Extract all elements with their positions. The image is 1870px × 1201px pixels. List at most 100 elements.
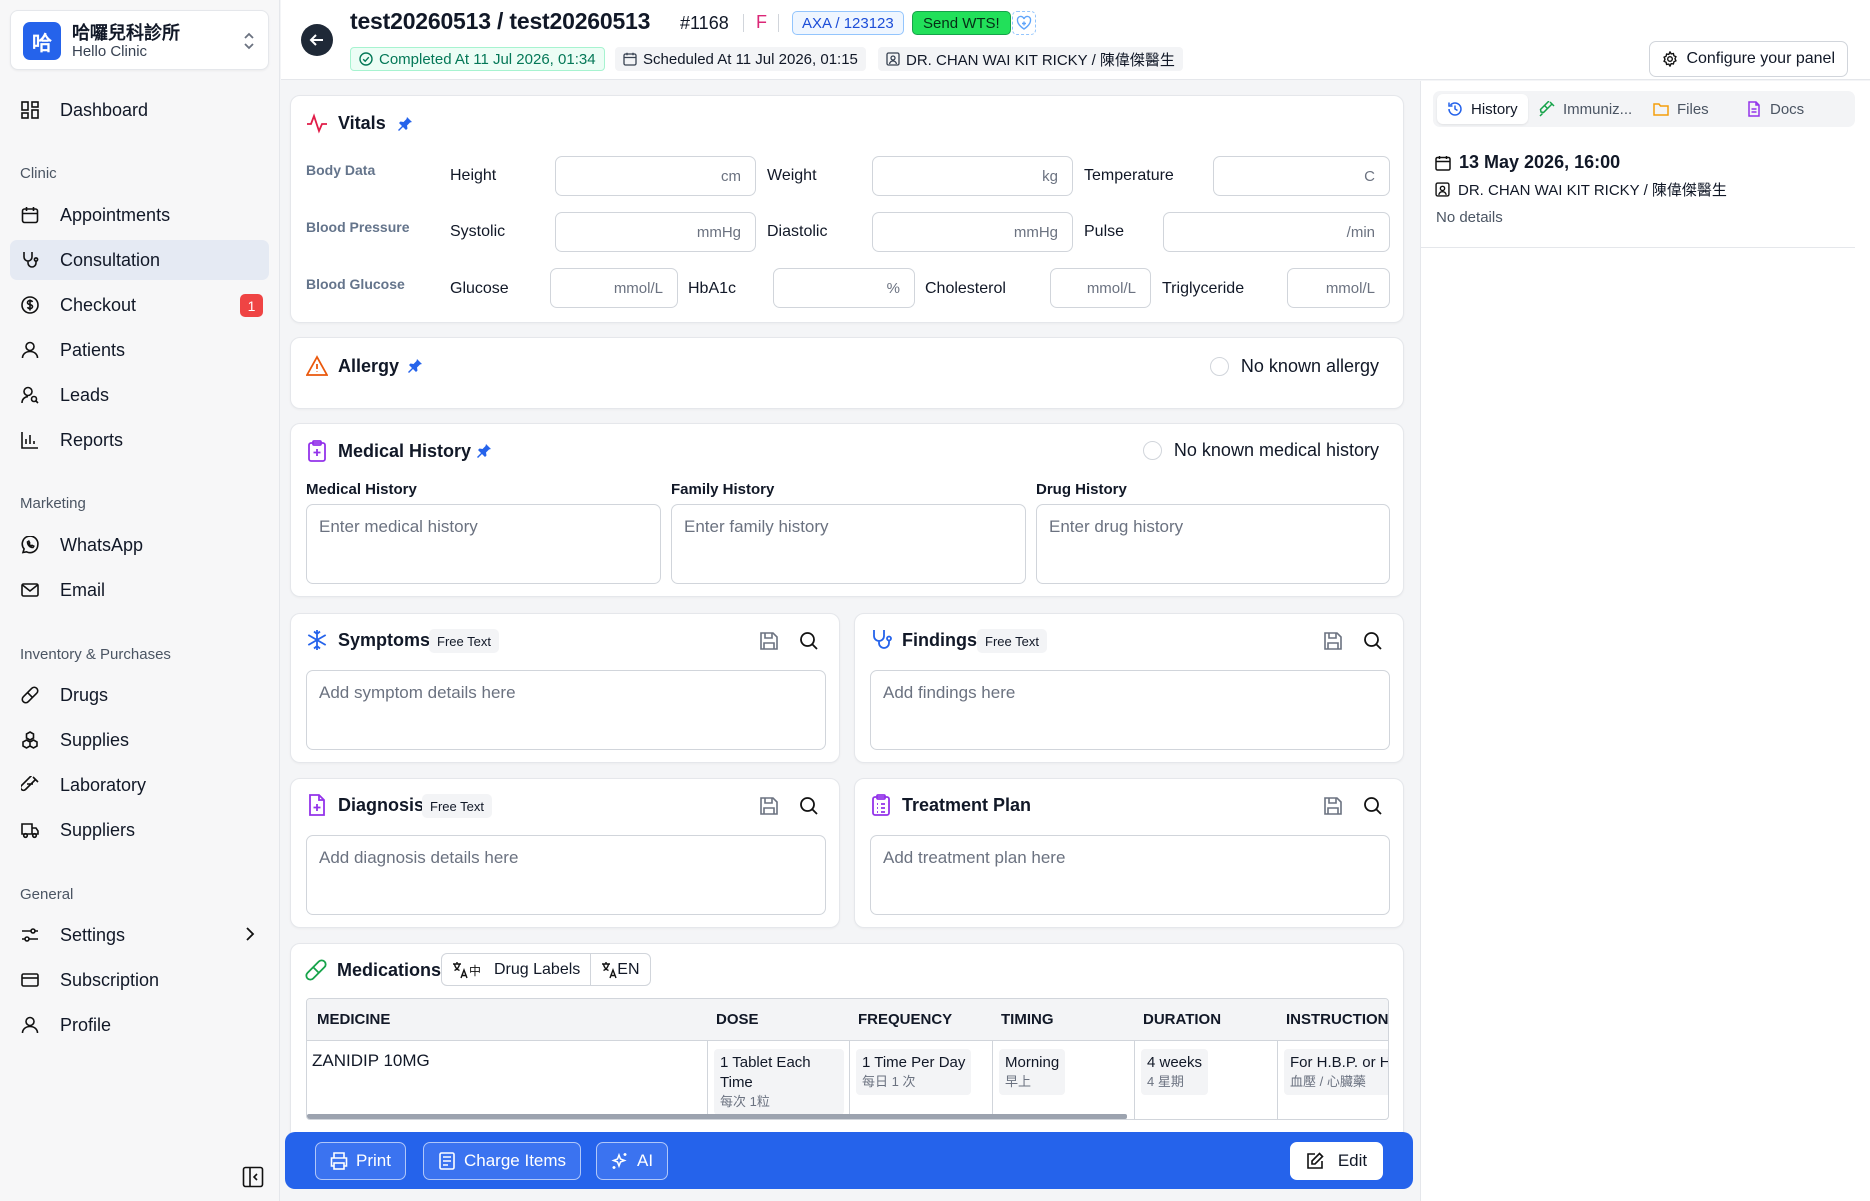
language-toggle[interactable]: EN	[590, 954, 649, 985]
tab-files[interactable]: Files	[1643, 94, 1719, 124]
nav-laboratory[interactable]: Laboratory	[10, 765, 269, 805]
sparkles-icon	[611, 1152, 627, 1169]
symptoms-input[interactable]: Add symptom details here	[306, 670, 826, 750]
chevron-up-down-icon	[242, 31, 256, 51]
save-icon[interactable]	[1323, 796, 1343, 816]
blood-pressure-label: Blood Pressure	[306, 219, 410, 235]
height-input[interactable]: cm	[555, 156, 756, 196]
configure-panel-button[interactable]: Configure your panel	[1649, 41, 1848, 77]
print-button[interactable]: Print	[315, 1142, 406, 1180]
weight-input[interactable]: kg	[872, 156, 1073, 196]
edit-button[interactable]: Edit	[1290, 1142, 1383, 1180]
nav-email[interactable]: Email	[10, 570, 269, 610]
horizontal-scrollbar[interactable]	[307, 1114, 1127, 1119]
symptoms-title-text: Symptoms	[338, 629, 431, 650]
nav-profile[interactable]: Profile	[10, 1005, 269, 1045]
ai-button[interactable]: AI	[596, 1142, 669, 1180]
nav-supplies[interactable]: Supplies	[10, 720, 269, 760]
hba1c-input[interactable]: %	[773, 268, 915, 308]
nav-email-label: Email	[60, 579, 106, 600]
pin-icon[interactable]	[476, 443, 492, 459]
heart-plus-icon[interactable]	[1012, 11, 1036, 35]
column-header-medicine: MEDICINE	[317, 1011, 391, 1028]
diastolic-input[interactable]: mmHg	[872, 212, 1073, 252]
frequency-text-zh: 每日 1 次	[862, 1074, 916, 1089]
pin-icon[interactable]	[397, 116, 413, 132]
systolic-label: Systolic	[450, 223, 506, 240]
pin-icon[interactable]	[407, 358, 423, 374]
duration-text: 4 weeks	[1147, 1054, 1203, 1071]
medical-history-input[interactable]: Enter medical history	[306, 504, 661, 584]
no-known-medical-history-radio[interactable]: No known medical history	[1142, 440, 1379, 461]
tab-docs[interactable]: Docs	[1736, 94, 1814, 124]
systolic-input[interactable]: mmHg	[555, 212, 756, 252]
nav-settings[interactable]: Settings	[10, 915, 269, 955]
nav-patients[interactable]: Patients	[10, 330, 269, 370]
doctor-badge-icon	[886, 52, 900, 66]
insurance-badge[interactable]: AXA / 123123	[792, 11, 904, 35]
family-history-input[interactable]: Enter family history	[671, 504, 1026, 584]
save-icon[interactable]	[759, 796, 779, 816]
nav-consultation[interactable]: Consultation	[10, 240, 269, 280]
temperature-label: Temperature	[1084, 167, 1174, 184]
diagnosis-input[interactable]: Add diagnosis details here	[306, 835, 826, 915]
save-icon[interactable]	[759, 631, 779, 651]
patient-name: test20260513 / test20260513	[350, 8, 651, 34]
sidebar-collapse-icon[interactable]	[242, 1166, 264, 1188]
vitals-card: Vitals Body Data Blood Pressure Blood Gl…	[290, 95, 1404, 323]
nav-settings-label: Settings	[60, 924, 126, 945]
divider	[1421, 247, 1855, 248]
charge-items-button[interactable]: Charge Items	[423, 1142, 582, 1180]
triglyceride-input[interactable]: mmol/L	[1287, 268, 1390, 308]
nav-reports[interactable]: Reports	[10, 420, 269, 460]
nav-section-inventory: Inventory & Purchases	[20, 646, 171, 663]
drug-history-input[interactable]: Enter drug history	[1036, 504, 1390, 584]
nav-whatsapp[interactable]: WhatsApp	[10, 525, 269, 565]
search-icon[interactable]	[799, 796, 819, 816]
nav-subscription[interactable]: Subscription	[10, 960, 269, 1000]
duration-pill: 4 weeks 4 星期	[1141, 1049, 1209, 1095]
clinic-switcher[interactable]: 哈 哈囉兒科診所 Hello Clinic	[10, 10, 269, 70]
weight-label: Weight	[767, 167, 817, 184]
glucose-input[interactable]: mmol/L	[550, 268, 678, 308]
doctor-badge-icon	[1435, 182, 1450, 197]
snowflake-icon	[307, 630, 327, 650]
pulse-input[interactable]: /min	[1163, 212, 1390, 252]
syringe-icon	[1539, 101, 1555, 117]
findings-input[interactable]: Add findings here	[870, 670, 1390, 750]
nav-reports-label: Reports	[60, 429, 124, 450]
nav-checkout[interactable]: Checkout 1	[10, 285, 269, 325]
tab-immunization[interactable]: Immuniz...	[1529, 94, 1642, 124]
nav-dashboard[interactable]: Dashboard	[10, 90, 269, 130]
cholesterol-input[interactable]: mmol/L	[1050, 268, 1151, 308]
history-entry-date[interactable]: 13 May 2026, 16:00	[1435, 152, 1620, 173]
no-known-allergy-radio[interactable]: No known allergy	[1209, 356, 1379, 377]
treatment-plan-input[interactable]: Add treatment plan here	[870, 835, 1390, 915]
nav-drugs[interactable]: Drugs	[10, 675, 269, 715]
heartbeat-icon	[307, 113, 327, 134]
search-icon[interactable]	[1363, 796, 1383, 816]
nav-suppliers[interactable]: Suppliers	[10, 810, 269, 850]
tab-files-label: Files	[1677, 100, 1709, 118]
tab-immunization-label: Immuniz...	[1563, 100, 1633, 118]
temperature-input[interactable]: C	[1213, 156, 1390, 196]
tab-history-label: History	[1471, 100, 1518, 118]
medical-history-title-text: Medical History	[338, 440, 472, 461]
dose-text-zh: 每次 1粒	[720, 1094, 770, 1109]
drug-labels-button[interactable]: 中 Drug Labels	[442, 954, 590, 985]
save-icon[interactable]	[1323, 631, 1343, 651]
action-bar: Print Charge Items AI Edit	[285, 1132, 1413, 1189]
search-icon[interactable]	[799, 631, 819, 651]
allergy-title: Allergy	[306, 355, 399, 377]
search-icon[interactable]	[1363, 631, 1383, 651]
hba1c-label: HbA1c	[688, 280, 737, 297]
free-text-tag: Free Text	[977, 629, 1047, 653]
tab-history[interactable]: History	[1437, 94, 1528, 124]
back-button[interactable]	[301, 24, 333, 56]
nav-appointments[interactable]: Appointments	[10, 195, 269, 235]
nav-leads[interactable]: Leads	[10, 375, 269, 415]
language-label: EN	[617, 960, 640, 978]
instructions-pill: For H.B.P. or He 血壓 / 心臟藥	[1284, 1049, 1388, 1095]
send-wts-button[interactable]: Send WTS!	[912, 11, 1011, 35]
vitals-title: Vitals	[306, 112, 386, 134]
